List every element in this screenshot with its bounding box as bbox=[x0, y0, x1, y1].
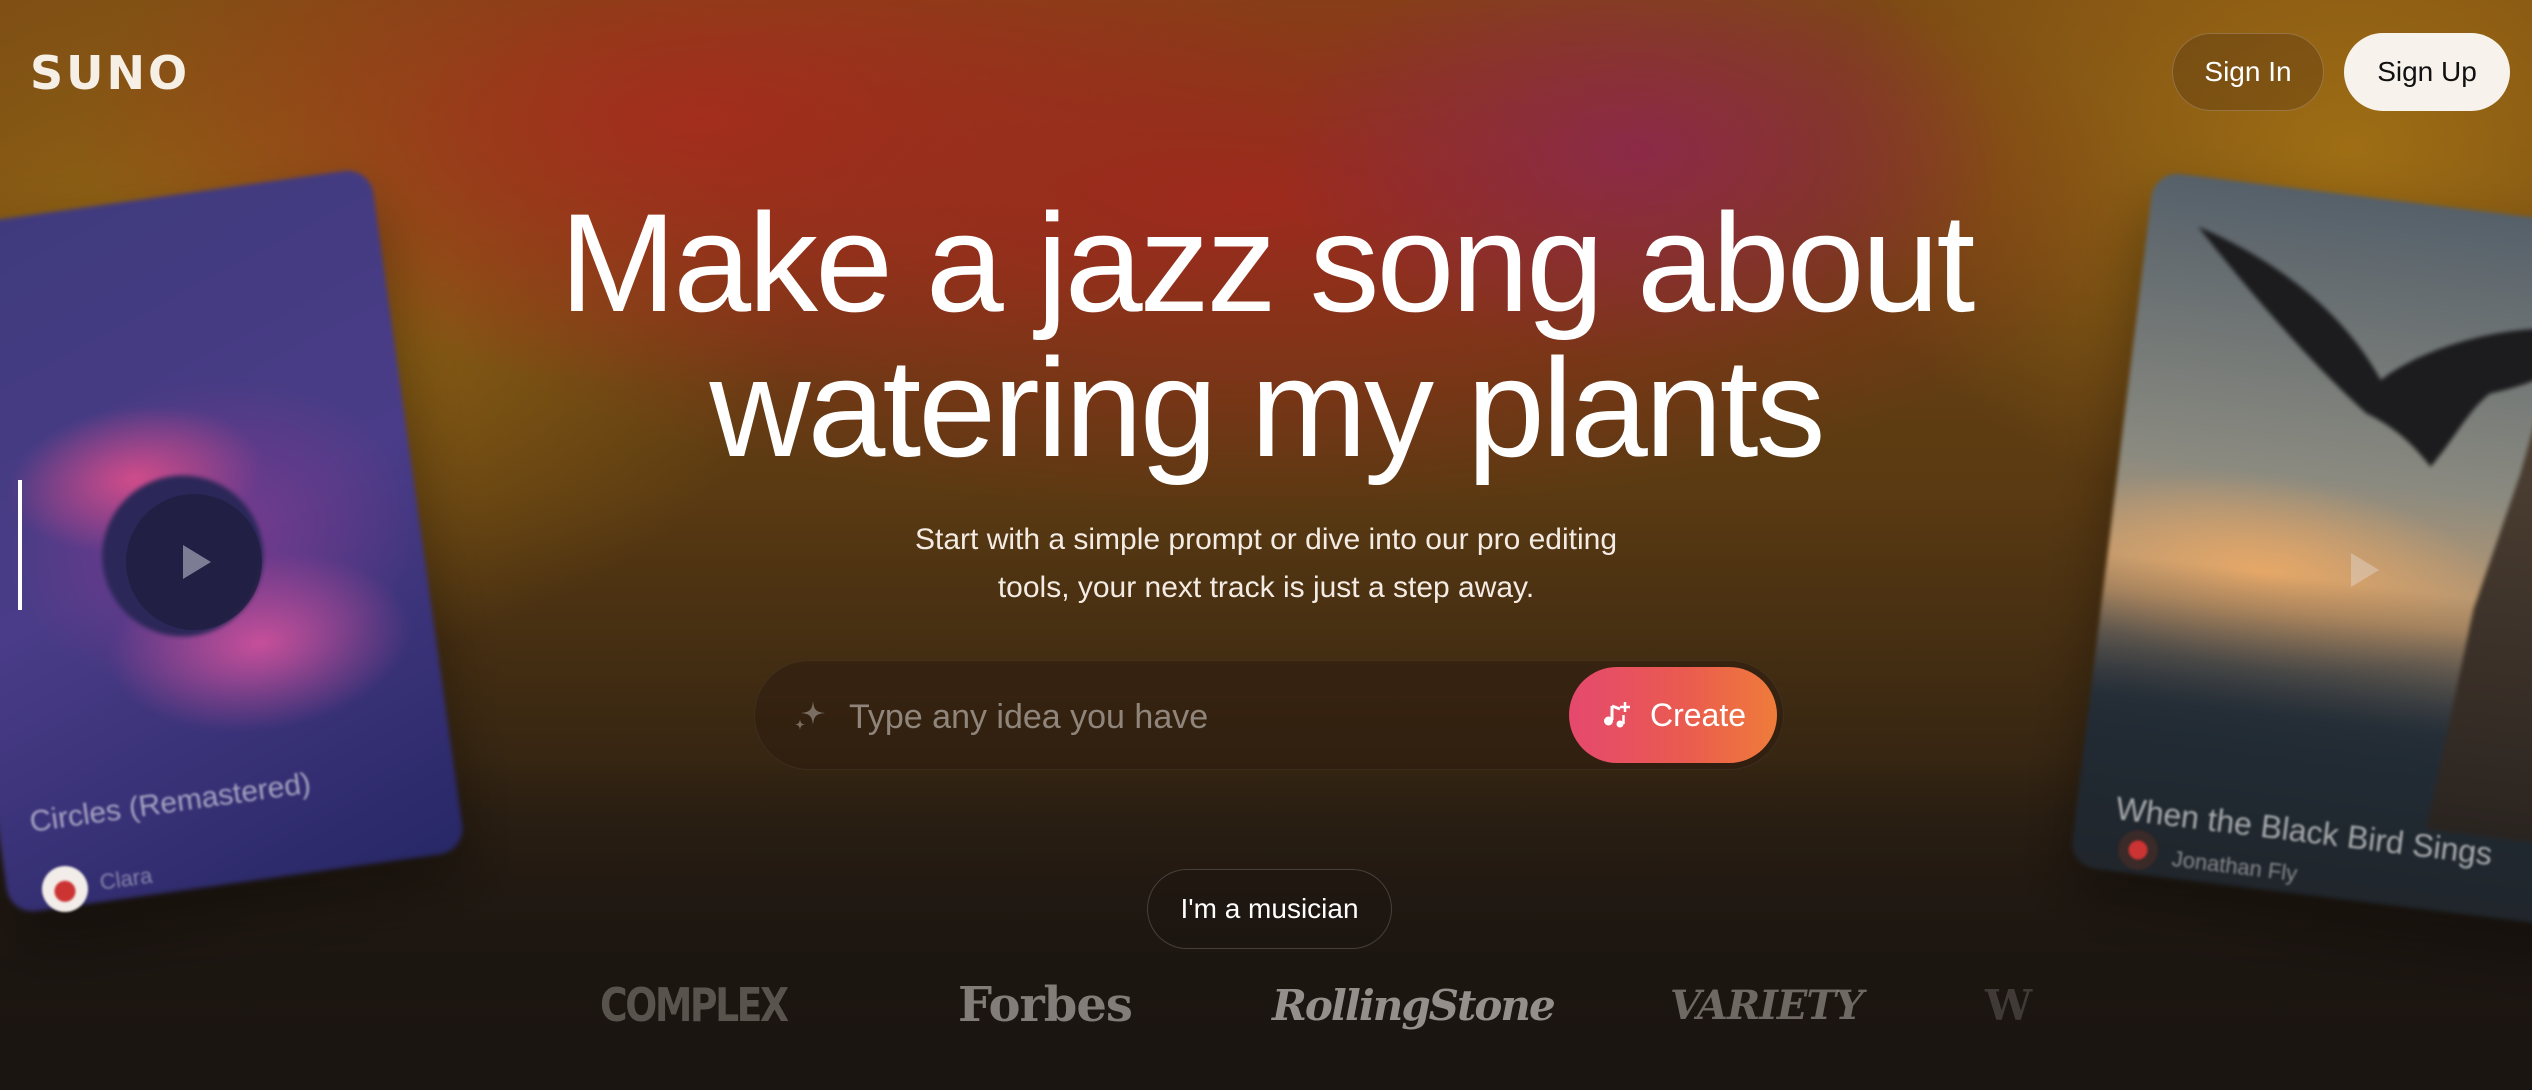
sign-in-button[interactable]: Sign In bbox=[2172, 33, 2324, 111]
music-note-plus-icon bbox=[1603, 702, 1630, 728]
prompt-bar: Create bbox=[754, 660, 1784, 770]
press-logo-variety: VARIETY bbox=[1670, 981, 1864, 1029]
press-logo-forbes: Forbes bbox=[958, 977, 1133, 1033]
press-logo-rollingstone: RollingStone bbox=[1272, 980, 1556, 1030]
sign-up-button[interactable]: Sign Up bbox=[2344, 33, 2510, 111]
subtitle-line1: Start with a simple prompt or dive into … bbox=[915, 523, 1617, 556]
create-label: Create bbox=[1649, 696, 1747, 733]
hero-subtitle: Start with a simple prompt or dive into … bbox=[0, 516, 2532, 612]
hero-title-line1: Make a jazz song about bbox=[559, 184, 1976, 341]
suno-logo[interactable]: SUNO bbox=[30, 46, 190, 100]
musician-button[interactable]: I'm a musician bbox=[1147, 869, 1392, 949]
sparkle-icon bbox=[795, 701, 825, 730]
prompt-input[interactable] bbox=[847, 681, 1491, 753]
subtitle-line2: tools, your next track is just a step aw… bbox=[997, 571, 1535, 604]
press-logo-w: W bbox=[1985, 980, 2033, 1030]
create-button[interactable]: Create bbox=[1569, 667, 1777, 763]
artist-avatar bbox=[42, 866, 88, 912]
typed-text: watering my plants bbox=[709, 329, 1825, 486]
artist-avatar bbox=[2118, 830, 2158, 870]
press-logo-complex: COMPLEX bbox=[600, 978, 789, 1032]
